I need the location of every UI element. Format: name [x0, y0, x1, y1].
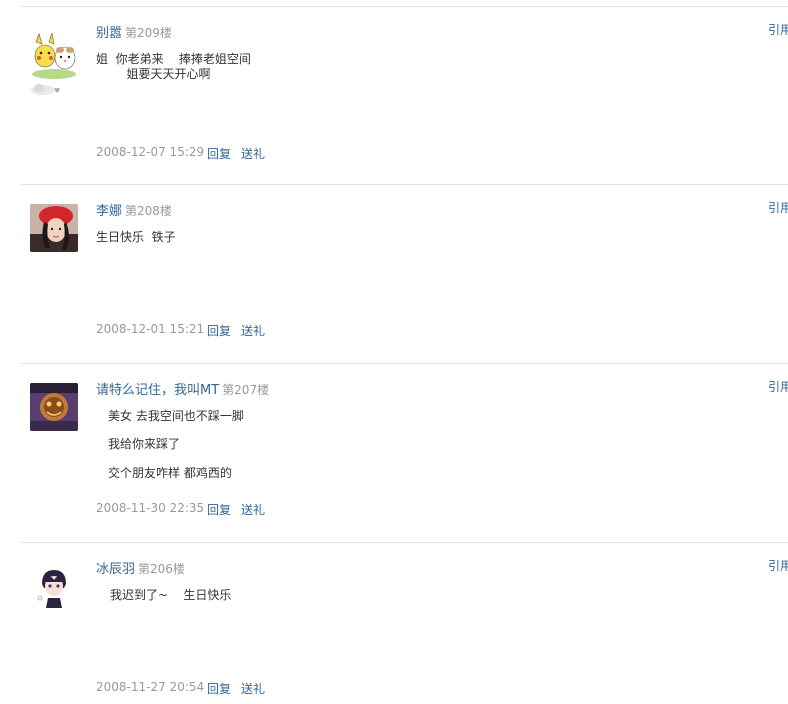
quote-link[interactable]: 引用	[768, 557, 788, 574]
comment-line: 我迟到了~ 生日快乐	[110, 588, 232, 602]
gift-link[interactable]: 送礼	[241, 501, 265, 518]
floor-number: 第209楼	[125, 26, 172, 40]
reply-link[interactable]: 回复	[207, 501, 231, 518]
comment-post-207: 请特么记住，我叫MT 第207楼 美女 去我空间也不踩一脚 我给你来踩了 交个朋友…	[0, 363, 788, 541]
red-hat-girl-avatar[interactable]	[30, 204, 78, 252]
comment-line: 生日快乐 铁子	[96, 230, 176, 244]
username[interactable]: 冰辰羽 第206楼	[96, 558, 185, 577]
gift-link[interactable]: 送礼	[241, 322, 265, 339]
comment-line: 我给你来踩了	[108, 437, 181, 451]
quote-link[interactable]: 引用	[768, 378, 788, 395]
reply-link[interactable]: 回复	[207, 680, 231, 697]
timestamp: 2008-12-07 15:29	[96, 145, 205, 159]
quote-link[interactable]: 引用	[768, 21, 788, 38]
comment-line: 美女 去我空间也不踩一脚	[108, 409, 244, 423]
comment-line: 交个朋友咋样 都鸡西的	[108, 466, 232, 480]
comment-line: 姐要天天开心啊	[96, 67, 211, 81]
timestamp: 2008-12-01 15:21	[96, 322, 205, 336]
post-divider	[21, 184, 788, 185]
pikachu-hamster-avatar[interactable]	[30, 32, 78, 80]
comment-post-209: ♥ 别嚣 第209楼 姐 你老弟来 捧捧老姐空间 姐要天天开心啊 2008-12-…	[0, 6, 788, 184]
username-text[interactable]: 请特么记住，我叫MT	[96, 383, 219, 398]
username[interactable]: 李娜 第208楼	[96, 200, 172, 219]
username-text[interactable]: 别嚣	[96, 26, 122, 41]
floor-number: 第206楼	[138, 562, 185, 576]
username[interactable]: 请特么记住，我叫MT 第207楼	[96, 379, 269, 398]
gift-link[interactable]: 送礼	[241, 680, 265, 697]
reply-link[interactable]: 回复	[207, 145, 231, 162]
username-text[interactable]: 李娜	[96, 204, 122, 219]
comment-post-206: 冰辰羽 第206楼 我迟到了~ 生日快乐 2008-11-27 20:54 回复 …	[0, 542, 788, 704]
gift-link[interactable]: 送礼	[241, 145, 265, 162]
comment-post-208: 李娜 第208楼 生日快乐 铁子 2008-12-01 15:21 回复 送礼 引…	[0, 184, 788, 362]
username-text[interactable]: 冰辰羽	[96, 562, 135, 577]
post-divider	[21, 363, 788, 364]
comment-list: ♥ 别嚣 第209楼 姐 你老弟来 捧捧老姐空间 姐要天天开心啊 2008-12-…	[0, 0, 788, 704]
character-avatar[interactable]	[30, 383, 78, 431]
badge-icon: ♥	[31, 84, 60, 95]
anime-boy-avatar[interactable]	[30, 562, 78, 610]
quote-link[interactable]: 引用	[768, 199, 788, 216]
timestamp: 2008-11-27 20:54	[96, 680, 205, 694]
svg-text:♥: ♥	[54, 87, 60, 95]
floor-number: 第207楼	[222, 383, 270, 397]
username[interactable]: 别嚣 第209楼	[96, 22, 172, 41]
timestamp: 2008-11-30 22:35	[96, 501, 205, 515]
post-divider	[21, 542, 788, 543]
floor-number: 第208楼	[125, 204, 172, 218]
reply-link[interactable]: 回复	[207, 322, 231, 339]
